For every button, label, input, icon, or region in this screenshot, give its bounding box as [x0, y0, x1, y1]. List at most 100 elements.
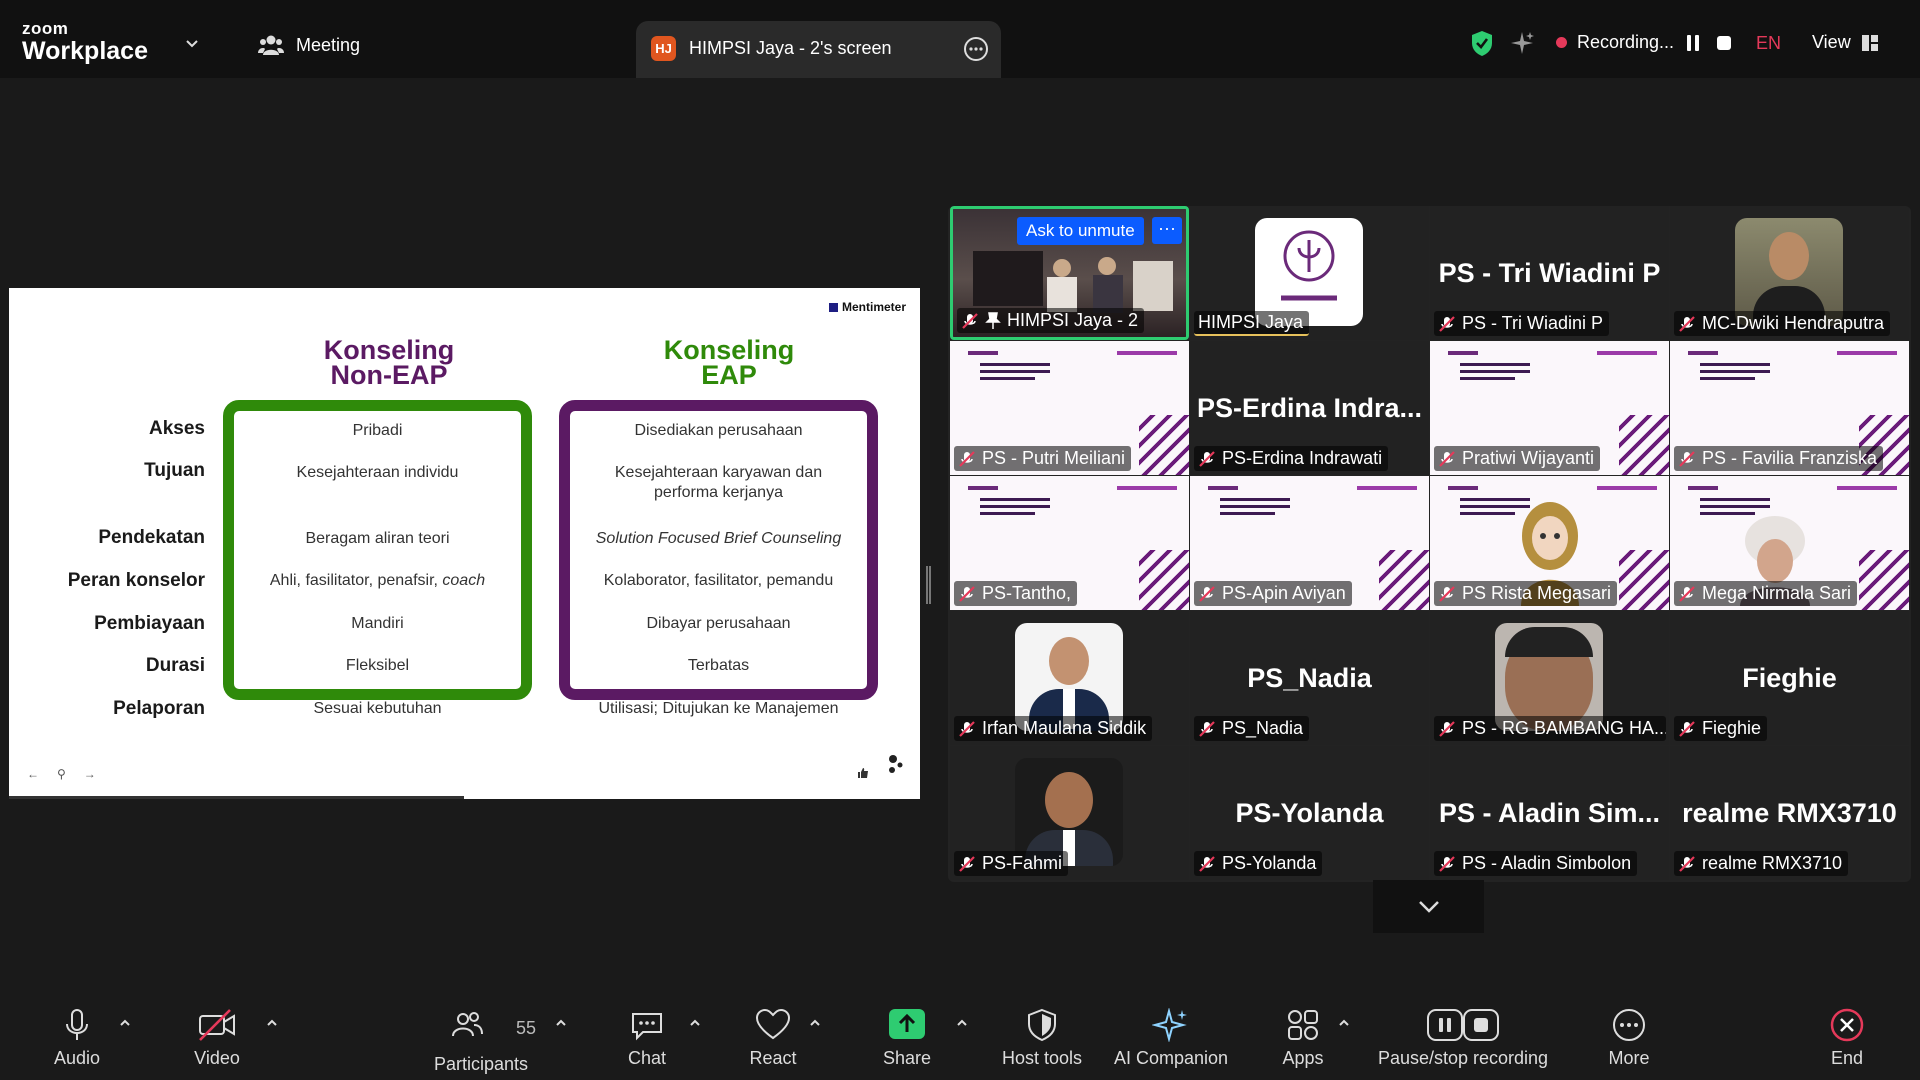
mic-muted-icon — [1679, 585, 1695, 602]
participant-tile-rg-bambang[interactable]: PS - RG BAMBANG HA... — [1430, 611, 1669, 745]
participant-name: PS-Apin Aviyan — [1222, 583, 1346, 603]
participant-tile-realme[interactable]: realme RMX3710 realme RMX3710 — [1670, 746, 1909, 880]
meeting-label: Meeting — [296, 34, 361, 55]
participant-tile-yolanda[interactable]: PS-Yolanda PS-Yolanda — [1190, 746, 1429, 880]
participant-tile-pratiwi-wijayanti[interactable]: Pratiwi Wijayanti — [1430, 341, 1669, 475]
view-button[interactable]: View — [1812, 32, 1879, 53]
participant-name: PS-Fahmi — [982, 853, 1063, 873]
ai-sparkle-icon — [1152, 1008, 1187, 1042]
participant-tile-himpsi-jaya[interactable]: HIMPSI Jaya — [1190, 206, 1429, 340]
participant-tile-himpsi-jaya-2[interactable]: Ask to unmute ··· HIMPSI Jaya - 2 — [950, 206, 1189, 340]
apps-icon — [1288, 1010, 1318, 1040]
participant-tile-favilia-franziska[interactable]: PS - Favilia Franziska — [1670, 341, 1909, 475]
non-eap-tujuan: Kesejahteraan individu — [296, 464, 459, 481]
shield-check-icon[interactable] — [1470, 30, 1494, 57]
participants-button[interactable]: 55 Participants — [426, 1008, 536, 1078]
eap-tujuan: Kesejahteraan karyawan dan performa kerj… — [614, 464, 823, 501]
language-indicator[interactable]: EN — [1756, 33, 1781, 54]
share-label: Share — [882, 1048, 932, 1068]
audio-button[interactable]: Audio — [40, 1008, 114, 1078]
close-icon — [1830, 1008, 1864, 1042]
participant-name: PS - Aladin Simbolon — [1462, 853, 1632, 873]
mic-muted-icon — [1439, 855, 1455, 872]
more-button[interactable]: More — [1592, 1008, 1666, 1078]
video-button[interactable]: Video — [180, 1008, 254, 1078]
ask-to-unmute-button[interactable]: Ask to unmute — [1017, 217, 1144, 245]
meeting-button[interactable]: Meeting — [258, 34, 360, 56]
react-button[interactable]: React — [736, 1008, 810, 1078]
share-options-caret-icon[interactable] — [955, 1016, 969, 1030]
share-screen-icon — [889, 1009, 925, 1039]
participants-options-caret-icon[interactable] — [554, 1016, 568, 1030]
participant-namebar: HIMPSI Jaya — [1194, 311, 1310, 336]
mentimeter-label: Mentimeter — [841, 300, 906, 314]
more-options-icon[interactable] — [963, 36, 989, 62]
video-options-caret-icon[interactable] — [265, 1016, 279, 1030]
mic-muted-icon — [1199, 720, 1215, 737]
host-tools-button[interactable]: Host tools — [994, 1008, 1090, 1078]
next-slide-icon[interactable]: → — [84, 767, 96, 781]
participant-tile-irfan-maulana-siddik[interactable]: Irfan Maulana Siddik — [950, 611, 1189, 745]
sparkle-icon[interactable] — [1510, 31, 1534, 55]
participant-tile-fahmi[interactable]: PS-Fahmi — [950, 746, 1189, 880]
participant-tile-rista-megasari[interactable]: PS Rista Megasari — [1430, 476, 1669, 610]
react-label: React — [749, 1048, 797, 1068]
participant-tile-tri-wiadini[interactable]: PS - Tri Wiadini P PS - Tri Wiadini P — [1430, 206, 1669, 340]
splitter-handle[interactable] — [926, 566, 931, 604]
participant-tile-aladin-simbolon[interactable]: PS - Aladin Sim... PS - Aladin Simbolon — [1430, 746, 1669, 880]
apps-label: Apps — [1282, 1048, 1324, 1068]
video-label: Video — [194, 1048, 240, 1068]
participant-tile-apin-aviyan[interactable]: PS-Apin Aviyan — [1190, 476, 1429, 610]
row-label-tujuan: Tujuan — [144, 460, 205, 481]
himpsi-jaya-logo — [1255, 218, 1363, 326]
pin-icon[interactable]: ⚲ — [57, 767, 66, 781]
pause-recording-icon[interactable] — [1683, 33, 1703, 53]
share-button[interactable]: Share — [870, 1008, 944, 1078]
mic-muted-icon — [1439, 720, 1455, 737]
chevron-down-icon[interactable] — [184, 36, 200, 52]
participant-name: PS_Nadia — [1222, 718, 1304, 738]
participant-tile-nadia[interactable]: PS_Nadia PS_Nadia — [1190, 611, 1429, 745]
stop-recording-icon[interactable] — [1714, 33, 1734, 53]
zoom-brand[interactable]: zoom Workplace — [22, 20, 148, 64]
participant-tile-mega-nirmala-sari[interactable]: Mega Nirmala Sari — [1670, 476, 1909, 610]
prev-slide-icon[interactable]: ← — [27, 767, 39, 781]
participant-name: PS-Tantho, — [982, 583, 1072, 603]
thumbs-up-icon[interactable] — [857, 767, 869, 779]
pause-stop-recording-button[interactable]: Pause/stop recording — [1372, 1008, 1554, 1078]
participant-name: PS-Erdina Indrawati — [1222, 448, 1383, 468]
participant-tile-fieghie[interactable]: Fieghie Fieghie — [1670, 611, 1909, 745]
participants-icon — [258, 35, 284, 55]
non-eap-akses: Pribadi — [352, 422, 403, 439]
mic-muted-icon — [1679, 315, 1695, 332]
meeting-toolbar: Audio Video 55 Participants Chat React S… — [0, 978, 1920, 1080]
chat-options-caret-icon[interactable] — [688, 1016, 702, 1030]
participant-name: HIMPSI Jaya — [1198, 312, 1304, 332]
chat-button[interactable]: Chat — [610, 1008, 684, 1078]
heart-icon — [755, 1008, 791, 1040]
react-options-caret-icon[interactable] — [808, 1016, 822, 1030]
participant-namebar: PS - RG BAMBANG HA... — [1434, 716, 1666, 741]
shared-screen-tab[interactable]: HJ HIMPSI Jaya - 2's screen — [636, 21, 1001, 78]
participant-tile-erdina-indrawati[interactable]: PS-Erdina Indra... PS-Erdina Indrawati — [1190, 341, 1429, 475]
participant-namebar: PS - Aladin Simbolon — [1434, 851, 1638, 876]
participant-name: PS - Tri Wiadini P — [1462, 313, 1604, 333]
participant-tile-putri-meiliani[interactable]: PS - Putri Meiliani — [950, 341, 1189, 475]
end-button[interactable]: End — [1810, 1008, 1884, 1078]
recording-dot-icon — [1556, 37, 1567, 48]
non-eap-pendekatan: Beragam aliran teori — [305, 530, 450, 547]
ai-companion-button[interactable]: AI Companion — [1110, 1008, 1232, 1078]
participant-tile-dwiki-hendraputra[interactable]: MC-Dwiki Hendraputra — [1670, 206, 1909, 340]
participant-tile-tantho[interactable]: PS-Tantho, — [950, 476, 1189, 610]
apps-options-caret-icon[interactable] — [1337, 1016, 1351, 1030]
recording-controls-icon — [1427, 1009, 1499, 1041]
audience-icon[interactable] — [887, 754, 905, 776]
row-label-peran-konselor: Peran konselor — [67, 570, 205, 591]
apps-button[interactable]: Apps — [1266, 1008, 1340, 1078]
audio-options-caret-icon[interactable] — [118, 1016, 132, 1030]
collapse-gallery-button[interactable] — [1373, 880, 1484, 933]
participant-photo — [1735, 218, 1843, 326]
tile-more-button[interactable]: ··· — [1152, 217, 1182, 244]
recording-indicator[interactable]: Recording... — [1556, 32, 1674, 53]
participant-namebar: PS Rista Megasari — [1434, 581, 1618, 606]
